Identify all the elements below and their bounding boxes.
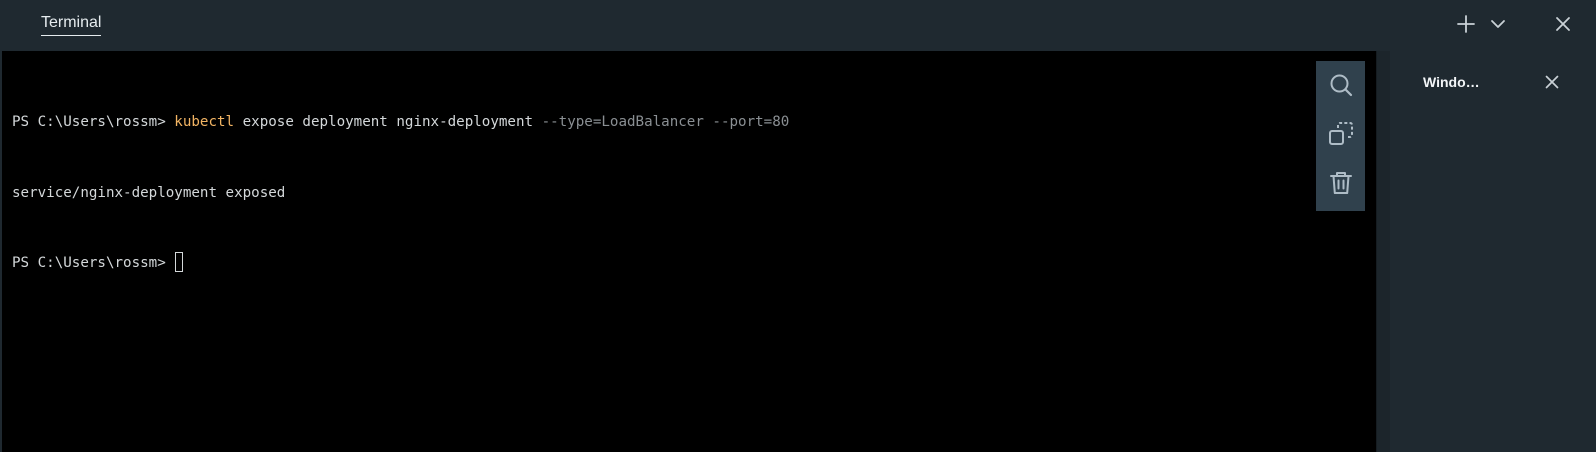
plus-icon <box>1457 15 1475 33</box>
copy-icon <box>1329 122 1353 145</box>
terminal-command: kubectl <box>174 114 235 130</box>
terminal-line: PS C:\Users\rossm> <box>12 252 789 276</box>
terminal-line: PS C:\Users\rossm> kubectl expose deploy… <box>12 111 789 135</box>
tab-terminal-label: Terminal <box>41 12 102 36</box>
clear-button[interactable] <box>1327 169 1355 197</box>
terminal-header: Terminal <box>0 0 1596 51</box>
find-button[interactable] <box>1327 71 1355 99</box>
close-icon <box>1545 75 1559 89</box>
terminal-list-panel: Windo… <box>1390 51 1596 452</box>
terminal-output-area[interactable]: PS C:\Users\rossm> kubectl expose deploy… <box>0 51 1376 452</box>
terminal-prompt: PS C:\Users\rossm> <box>12 255 175 271</box>
close-icon <box>1556 17 1570 31</box>
copy-button[interactable] <box>1327 120 1355 148</box>
terminal-dropdown-button[interactable] <box>1486 12 1510 36</box>
close-terminal-button[interactable] <box>1551 12 1575 36</box>
terminal-arguments: expose deployment nginx-deployment <box>234 114 542 130</box>
search-icon <box>1330 74 1353 97</box>
close-terminal-instance-button[interactable] <box>1542 72 1562 92</box>
terminal-window: Terminal PS C:\Users\rossm> kubectl expo… <box>0 0 1596 452</box>
terminal-parameters: --type=LoadBalancer --port=80 <box>541 114 790 130</box>
terminal-line: service/nginx-deployment exposed <box>12 182 789 206</box>
terminal-cursor <box>175 252 184 272</box>
trash-icon <box>1330 172 1352 194</box>
terminal-toolbar <box>1316 61 1365 211</box>
terminal-prompt: PS C:\Users\rossm> <box>12 114 175 130</box>
add-terminal-button[interactable] <box>1454 12 1478 36</box>
terminal-list-item[interactable]: Windo… <box>1423 73 1480 91</box>
terminal-output: service/nginx-deployment exposed <box>12 184 286 201</box>
chevron-down-icon <box>1491 20 1505 28</box>
terminal-scrollbar[interactable] <box>1376 51 1390 452</box>
terminal-lines: PS C:\Users\rossm> kubectl expose deploy… <box>12 64 789 323</box>
tab-terminal[interactable]: Terminal <box>41 12 102 38</box>
